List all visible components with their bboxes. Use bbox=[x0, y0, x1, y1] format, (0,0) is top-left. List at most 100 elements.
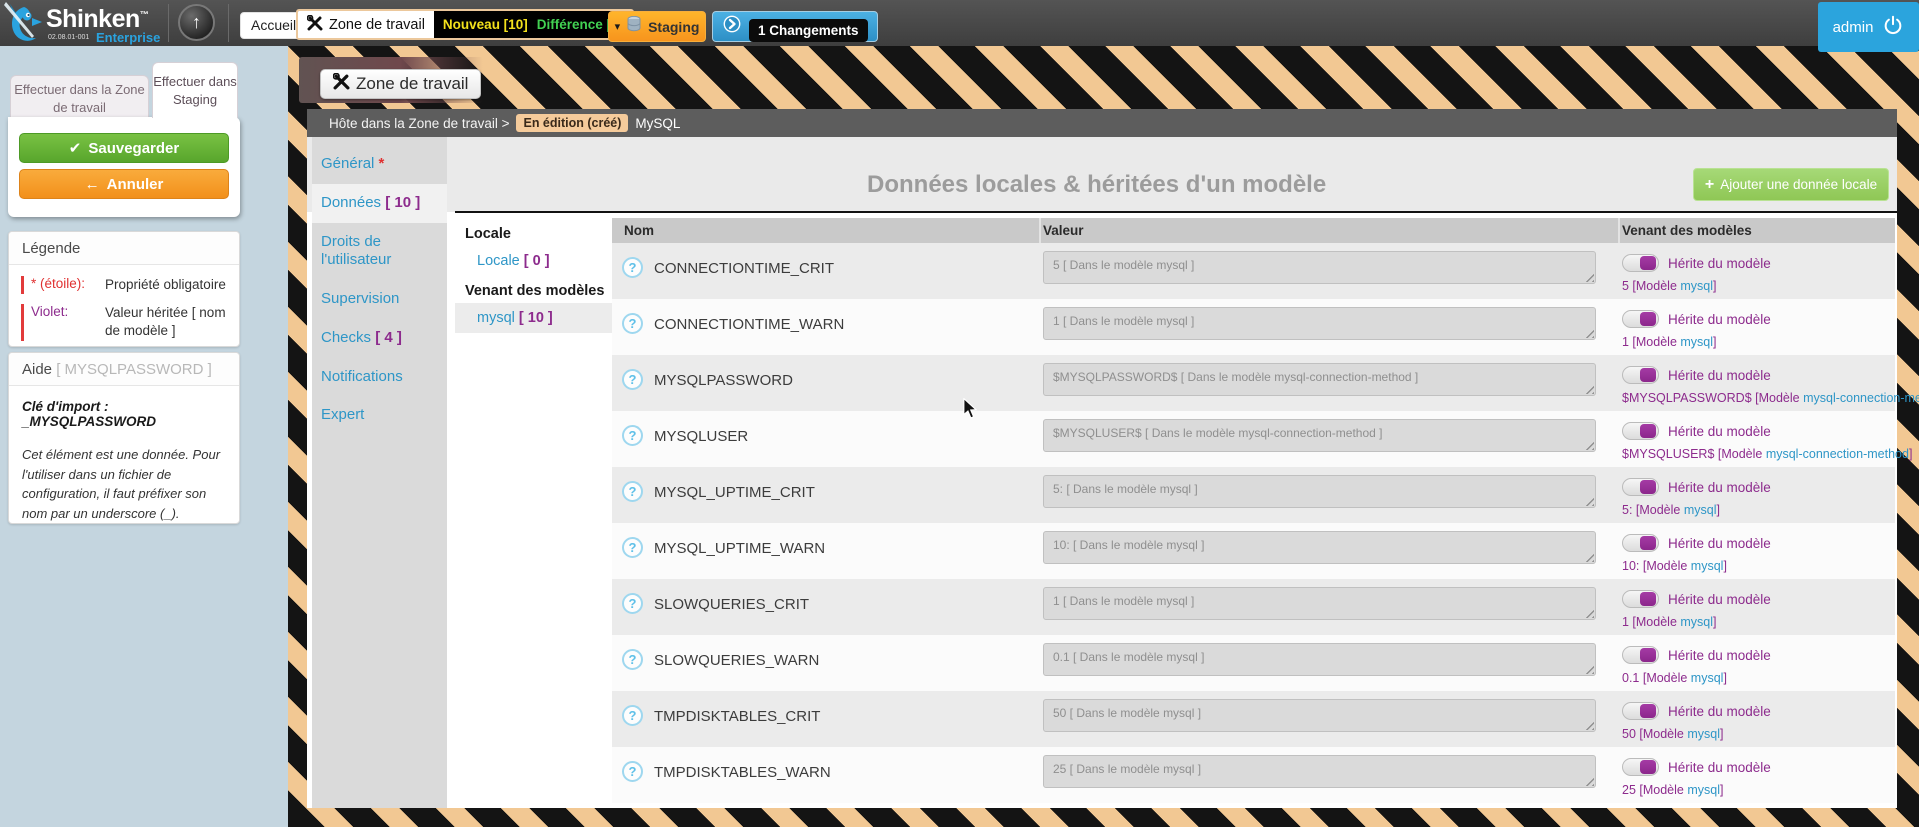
origin-prefix: 1 [Modèle bbox=[1622, 615, 1680, 629]
inherit-toggle[interactable] bbox=[1622, 702, 1659, 720]
workzone-label-segment[interactable]: Zone de travail bbox=[298, 11, 434, 38]
inherit-label: Hérite du modèle bbox=[1668, 760, 1771, 775]
tab-effectuer-staging[interactable]: Effectuer dans Staging bbox=[152, 62, 238, 118]
help-question-icon[interactable]: ? bbox=[622, 257, 643, 278]
plus-icon: + bbox=[1705, 176, 1714, 194]
toggle-knob bbox=[1640, 536, 1656, 550]
table-row: ? MYSQLUSER Hérite du modèle $MYSQLUSER$… bbox=[612, 411, 1895, 467]
nav-item-general[interactable]: Général * bbox=[312, 145, 447, 184]
changes-button[interactable]: 1 Changements bbox=[712, 11, 878, 42]
origin-model-link[interactable]: mysql bbox=[1691, 671, 1724, 685]
origin-prefix: 1 [Modèle bbox=[1622, 335, 1680, 349]
origin-model-link[interactable]: mysql-connection-method bbox=[1766, 447, 1909, 461]
help-body: Clé d'import : _MYSQLPASSWORD Cet élémen… bbox=[9, 386, 239, 523]
column-header-nom: Nom bbox=[624, 218, 654, 243]
inherit-toggle[interactable] bbox=[1622, 478, 1659, 496]
topbar: Shinken™ 02.08.01-001 Enterprise ↑ Accue… bbox=[0, 0, 1919, 46]
help-question-icon[interactable]: ? bbox=[622, 649, 643, 670]
column-header-venant: Venant des modèles bbox=[1622, 218, 1752, 243]
origin-model-link[interactable]: mysql bbox=[1691, 559, 1724, 573]
inherit-toggle[interactable] bbox=[1622, 254, 1659, 272]
topbar-divider bbox=[168, 4, 169, 42]
database-icon bbox=[627, 16, 641, 37]
origin-prefix: 50 [Modèle bbox=[1622, 727, 1687, 741]
origin-model-link[interactable]: mysql bbox=[1687, 783, 1720, 797]
inherit-label: Hérite du modèle bbox=[1668, 648, 1771, 663]
nav-item-checks[interactable]: Checks [ 4 ] bbox=[312, 319, 447, 358]
new-count-badge: Nouveau [10] bbox=[443, 17, 528, 32]
inherit-toggle[interactable] bbox=[1622, 534, 1659, 552]
row-name: TMPDISKTABLES_CRIT bbox=[654, 708, 820, 725]
help-question-icon[interactable]: ? bbox=[622, 593, 643, 614]
subnav-item-locale[interactable]: Locale [ 0 ] bbox=[455, 246, 612, 276]
inherit-toggle[interactable] bbox=[1622, 366, 1659, 384]
inherit-toggle[interactable] bbox=[1622, 758, 1659, 776]
subnav-item-mysql[interactable]: mysql [ 10 ] bbox=[455, 303, 612, 333]
legend-term: Violet: bbox=[21, 304, 105, 340]
nav-item-label: Données bbox=[321, 194, 381, 211]
help-question-icon[interactable]: ? bbox=[622, 425, 643, 446]
nav-item-supervision[interactable]: Supervision bbox=[312, 280, 447, 319]
origin-model-link[interactable]: mysql bbox=[1684, 503, 1717, 517]
origin-prefix: 5: [Modèle bbox=[1622, 503, 1684, 517]
value-textarea[interactable] bbox=[1043, 643, 1596, 676]
scroll-top-button[interactable]: ↑ bbox=[178, 4, 215, 41]
origin-model-link[interactable]: mysql bbox=[1680, 335, 1713, 349]
row-name: CONNECTIONTIME_WARN bbox=[654, 316, 844, 333]
origin-model-link[interactable]: mysql bbox=[1687, 727, 1720, 741]
value-textarea[interactable] bbox=[1043, 419, 1596, 452]
cancel-button[interactable]: ← Annuler bbox=[19, 169, 229, 199]
origin-line: $MYSQLPASSWORD$ [Modèle mysql-connection… bbox=[1622, 391, 1919, 405]
required-star: * bbox=[374, 155, 384, 172]
row-name: SLOWQUERIES_WARN bbox=[654, 652, 819, 669]
toggle-knob bbox=[1640, 256, 1656, 270]
value-textarea[interactable] bbox=[1043, 587, 1596, 620]
origin-suffix: ] bbox=[1713, 335, 1716, 349]
toggle-knob bbox=[1640, 592, 1656, 606]
add-local-data-button[interactable]: + Ajouter une donnée locale bbox=[1693, 168, 1889, 201]
value-textarea[interactable] bbox=[1043, 755, 1596, 788]
origin-line: $MYSQLUSER$ [Modèle mysql-connection-met… bbox=[1622, 447, 1912, 461]
subnav-group-label: Venant des modèles bbox=[455, 276, 612, 303]
data-subnav: LocaleLocale [ 0 ]Venant des modèlesmysq… bbox=[455, 213, 612, 808]
user-menu-button[interactable]: admin bbox=[1818, 2, 1919, 52]
column-separator bbox=[1039, 218, 1041, 243]
staging-dropdown-button[interactable]: ▾ Staging bbox=[608, 11, 706, 42]
nav-item-donnees[interactable]: Données [ 10 ] bbox=[312, 184, 447, 223]
value-textarea[interactable] bbox=[1043, 307, 1596, 340]
help-question-icon[interactable]: ? bbox=[622, 537, 643, 558]
nav-item-label: Général bbox=[321, 155, 374, 172]
help-question-icon[interactable]: ? bbox=[622, 369, 643, 390]
status-badge: En édition (créé) bbox=[516, 114, 628, 132]
nav-item-label: Supervision bbox=[321, 290, 399, 307]
value-textarea[interactable] bbox=[1043, 531, 1596, 564]
tab-effectuer-zone-travail[interactable]: Effectuer dans la Zone de travail bbox=[10, 75, 149, 118]
origin-model-link[interactable]: mysql bbox=[1680, 279, 1713, 293]
nav-item-notifications[interactable]: Notifications bbox=[312, 358, 447, 397]
page-title-label: Zone de travail bbox=[356, 74, 468, 94]
power-icon bbox=[1882, 14, 1904, 40]
origin-model-link[interactable]: mysql bbox=[1680, 615, 1713, 629]
inherit-toggle[interactable] bbox=[1622, 646, 1659, 664]
check-icon: ✔ bbox=[69, 139, 82, 157]
help-question-icon[interactable]: ? bbox=[622, 761, 643, 782]
inherit-toggle[interactable] bbox=[1622, 590, 1659, 608]
help-question-icon[interactable]: ? bbox=[622, 481, 643, 502]
origin-model-link[interactable]: mysql-connection-method bbox=[1803, 391, 1919, 405]
value-textarea[interactable] bbox=[1043, 251, 1596, 284]
help-question-icon[interactable]: ? bbox=[622, 313, 643, 334]
save-button[interactable]: ✔ Sauvegarder bbox=[19, 133, 229, 163]
help-question-icon[interactable]: ? bbox=[622, 705, 643, 726]
value-textarea[interactable] bbox=[1043, 475, 1596, 508]
row-name: MYSQLUSER bbox=[654, 428, 748, 445]
value-textarea[interactable] bbox=[1043, 699, 1596, 732]
subnav-item-label: mysql bbox=[477, 310, 519, 326]
nav-item-expert[interactable]: Expert bbox=[312, 396, 447, 435]
nav-item-droits-utilisateur[interactable]: Droits de l'utilisateur bbox=[312, 223, 447, 281]
workzone-menu-button[interactable]: Zone de travail Nouveau [10] Différence … bbox=[296, 9, 634, 40]
workzone-status-segment: Nouveau [10] Différence [1] bbox=[434, 11, 632, 38]
inherit-toggle[interactable] bbox=[1622, 310, 1659, 328]
inherit-toggle[interactable] bbox=[1622, 422, 1659, 440]
legend-desc: Propriété obligatoire bbox=[105, 276, 226, 294]
value-textarea[interactable] bbox=[1043, 363, 1596, 396]
